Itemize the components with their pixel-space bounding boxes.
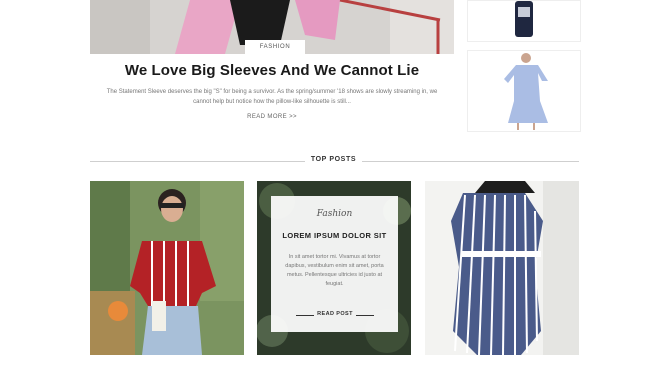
card-category[interactable]: Fashion bbox=[271, 209, 398, 219]
post-excerpt: The Statement Sleeve deserves the big "S… bbox=[90, 87, 454, 107]
post-title[interactable]: We Love Big Sleeves And We Cannot Lie bbox=[90, 62, 454, 79]
read-post-button[interactable]: READ POST bbox=[296, 310, 374, 320]
top-post-card-3[interactable] bbox=[425, 181, 579, 355]
post-excerpt-line: cannot help but notice how the pillow-li… bbox=[193, 99, 351, 105]
product-thumbnail-dress[interactable] bbox=[467, 50, 581, 132]
category-tag[interactable]: FASHION bbox=[245, 40, 305, 54]
divider-line bbox=[90, 161, 305, 162]
section-heading: TOP POSTS bbox=[310, 156, 357, 163]
product-thumbnail-serum[interactable] bbox=[467, 0, 581, 42]
post-excerpt-line: The Statement Sleeve deserves the big "S… bbox=[106, 89, 438, 95]
read-post-label: READ POST bbox=[317, 311, 353, 317]
divider-line bbox=[362, 161, 579, 162]
top-post-card-1[interactable] bbox=[90, 181, 244, 355]
card-excerpt: In sit amet tortor mi. Vivamus at tortor… bbox=[285, 254, 384, 287]
card-title[interactable]: LOREM IPSUM DOLOR SIT bbox=[271, 231, 398, 240]
read-more-link[interactable]: READ MORE >> bbox=[230, 114, 314, 120]
arrow-right-icon bbox=[356, 315, 374, 316]
